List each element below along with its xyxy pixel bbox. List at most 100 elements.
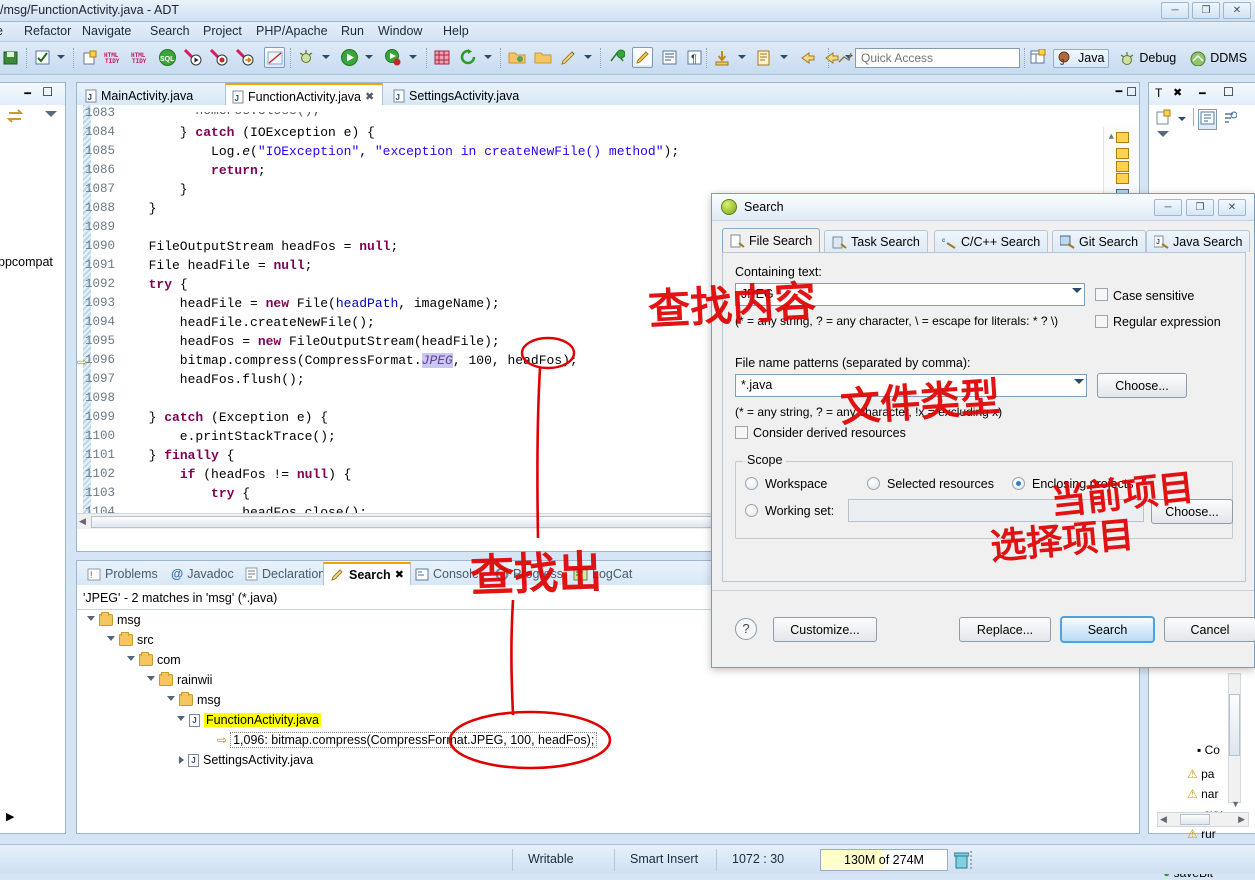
tree-row-functionactivity[interactable]: J FunctionActivity.java xyxy=(177,713,322,727)
dropdown-arrow[interactable] xyxy=(1178,117,1186,121)
dialog-tab-task-search[interactable]: Task Search xyxy=(824,230,928,252)
customize-button[interactable]: Customize... xyxy=(773,617,877,642)
menu-item-project[interactable]: Project xyxy=(203,24,242,38)
regular-expression-label[interactable]: Regular expression xyxy=(1113,315,1221,329)
menu-item-refactor[interactable]: Refactor xyxy=(24,24,71,38)
outline-item-co[interactable]: ▪ Co xyxy=(1197,743,1220,757)
scope-radio-selected-resources[interactable] xyxy=(867,477,880,490)
help-icon[interactable]: ? xyxy=(735,618,757,640)
maximize-icon[interactable]: ☐ xyxy=(42,85,53,99)
scroll-left-icon[interactable]: ◀ xyxy=(1160,814,1167,825)
html-tidy-question-icon[interactable]: HTML TIDY xyxy=(130,47,151,68)
android-sdk-icon[interactable] xyxy=(432,47,453,68)
window-restore-button[interactable]: ❐ xyxy=(1192,2,1220,19)
forward-pin-icon[interactable] xyxy=(234,47,255,68)
scroll-left-icon[interactable]: ◀ xyxy=(79,517,86,527)
outline-icon[interactable] xyxy=(659,47,680,68)
dialog-tab-file-search[interactable]: File Search xyxy=(722,228,821,252)
open-type-icon[interactable] xyxy=(532,47,553,68)
run-config-icon[interactable] xyxy=(382,47,403,68)
overview-marker[interactable] xyxy=(1116,173,1129,184)
search-button[interactable]: Search xyxy=(1060,616,1155,643)
resize-grip[interactable] xyxy=(970,851,973,869)
menu-item-window[interactable]: Window xyxy=(378,24,422,38)
scope-radio-enclosing-projects[interactable] xyxy=(1012,477,1025,490)
paragraph-icon[interactable]: ¶ xyxy=(684,47,705,68)
checkbox-icon[interactable] xyxy=(32,47,53,68)
tree-row-src[interactable]: src xyxy=(107,632,154,647)
twisty-icon[interactable] xyxy=(177,715,185,725)
tree-row-msg-package[interactable]: msg xyxy=(167,692,221,707)
debug-dropdown-arrow[interactable] xyxy=(322,55,330,59)
package-explorer-truncated-label[interactable]: ppcompat xyxy=(0,255,53,269)
dialog-minimize-button[interactable]: ─ xyxy=(1154,199,1182,216)
sql-icon[interactable]: SQL xyxy=(157,47,178,68)
android-virtual-icon[interactable] xyxy=(606,47,627,68)
outline-horizontal-scrollbar[interactable]: ◀ ▶ xyxy=(1157,812,1249,827)
perspective-ddms[interactable]: DDMS xyxy=(1186,50,1251,67)
dialog-tab-cpp-search[interactable]: c C/C++ Search xyxy=(934,230,1049,252)
replace-button[interactable]: Replace... xyxy=(959,617,1051,642)
twisty-icon[interactable] xyxy=(147,675,155,685)
run-dropdown-arrow[interactable] xyxy=(365,55,373,59)
refresh-dropdown-arrow[interactable] xyxy=(484,55,492,59)
minimize-icon[interactable]: ━ xyxy=(24,87,31,100)
tree-row-msg-project[interactable]: msg xyxy=(87,612,141,627)
collapse-arrow-icon[interactable]: ▲ xyxy=(1109,132,1114,142)
scrollbar-thumb[interactable] xyxy=(1180,814,1210,825)
save-dropdown-arrow[interactable] xyxy=(57,55,65,59)
chevron-down-icon[interactable] xyxy=(1072,288,1082,293)
window-close-button[interactable]: ✕ xyxy=(1223,2,1251,19)
debug-icon[interactable] xyxy=(296,47,317,68)
overview-marker[interactable] xyxy=(1116,161,1129,172)
new-element-icon[interactable] xyxy=(1155,109,1173,129)
regular-expression-checkbox[interactable] xyxy=(1095,315,1108,328)
close-icon[interactable]: ✖ xyxy=(365,90,374,103)
consider-derived-checkbox[interactable] xyxy=(735,426,748,439)
editor-tab-settingsactivity[interactable]: J SettingsActivity.java xyxy=(387,83,527,105)
annotation-dropdown-arrow[interactable] xyxy=(780,55,788,59)
link-break-icon[interactable] xyxy=(264,47,285,68)
outline-vertical-scrollbar[interactable] xyxy=(1228,673,1241,803)
overview-marker[interactable] xyxy=(1116,148,1129,159)
cancel-button[interactable]: Cancel xyxy=(1164,617,1255,642)
scroll-down-icon[interactable]: ▼ xyxy=(1231,799,1240,809)
scope-label-working-set[interactable]: Working set: xyxy=(765,504,834,518)
scroll-right-icon[interactable]: ▶ xyxy=(1238,814,1245,825)
download-icon[interactable] xyxy=(712,47,733,68)
dialog-tab-git-search[interactable]: Git Search xyxy=(1052,230,1147,252)
outline-item-pa[interactable]: ⚠ pa xyxy=(1187,767,1214,781)
minimize-icon[interactable]: ━ xyxy=(1199,87,1206,100)
twisty-icon[interactable] xyxy=(107,635,115,645)
run-icon[interactable] xyxy=(339,47,360,68)
editor-tab-functionactivity[interactable]: J FunctionActivity.java ✖ xyxy=(225,83,384,105)
restore-icon[interactable] xyxy=(834,47,855,68)
open-perspective-icon[interactable] xyxy=(1030,48,1047,68)
overview-marker[interactable] xyxy=(1116,132,1129,143)
chevron-down-icon[interactable] xyxy=(1074,379,1084,384)
case-sensitive-checkbox[interactable] xyxy=(1095,288,1108,301)
close-icon[interactable]: ✖ xyxy=(395,568,404,581)
menu-item-run[interactable]: Run xyxy=(341,24,364,38)
twisty-icon[interactable] xyxy=(179,756,184,764)
html-tidy-icon[interactable]: HTML TIDY xyxy=(103,47,124,68)
view-menu-icon[interactable] xyxy=(1157,131,1169,137)
tab-javadoc[interactable]: @ Javadoc xyxy=(165,563,240,584)
tree-row-rainwii[interactable]: rainwii xyxy=(147,672,212,687)
search-pencil-icon[interactable] xyxy=(558,47,579,68)
tree-row-match[interactable]: ⇨ 1,096: bitmap.compress(CompressFormat.… xyxy=(217,732,598,748)
scope-label-selected-resources[interactable]: Selected resources xyxy=(887,477,994,491)
twisty-icon[interactable] xyxy=(167,695,175,705)
outline-item-nar[interactable]: ⚠ nar xyxy=(1187,787,1218,801)
perspective-debug[interactable]: Debug xyxy=(1115,50,1180,67)
twisty-icon[interactable] xyxy=(87,615,95,625)
scroll-right-icon[interactable]: ▶ xyxy=(6,810,14,823)
heap-status-bar[interactable]: 130M of 274M xyxy=(820,849,948,871)
minimize-icon[interactable]: ━ xyxy=(1116,85,1123,99)
menu-item-navigate[interactable]: Navigate xyxy=(82,24,131,38)
window-minimize-button[interactable]: ─ xyxy=(1161,2,1189,19)
perspective-java[interactable]: J Java xyxy=(1053,48,1110,68)
dialog-tab-java-search[interactable]: J Java Search xyxy=(1146,230,1251,252)
editor-tab-mainactivity[interactable]: J MainActivity.java xyxy=(79,83,201,105)
tab-problems[interactable]: ! Problems xyxy=(81,563,164,584)
